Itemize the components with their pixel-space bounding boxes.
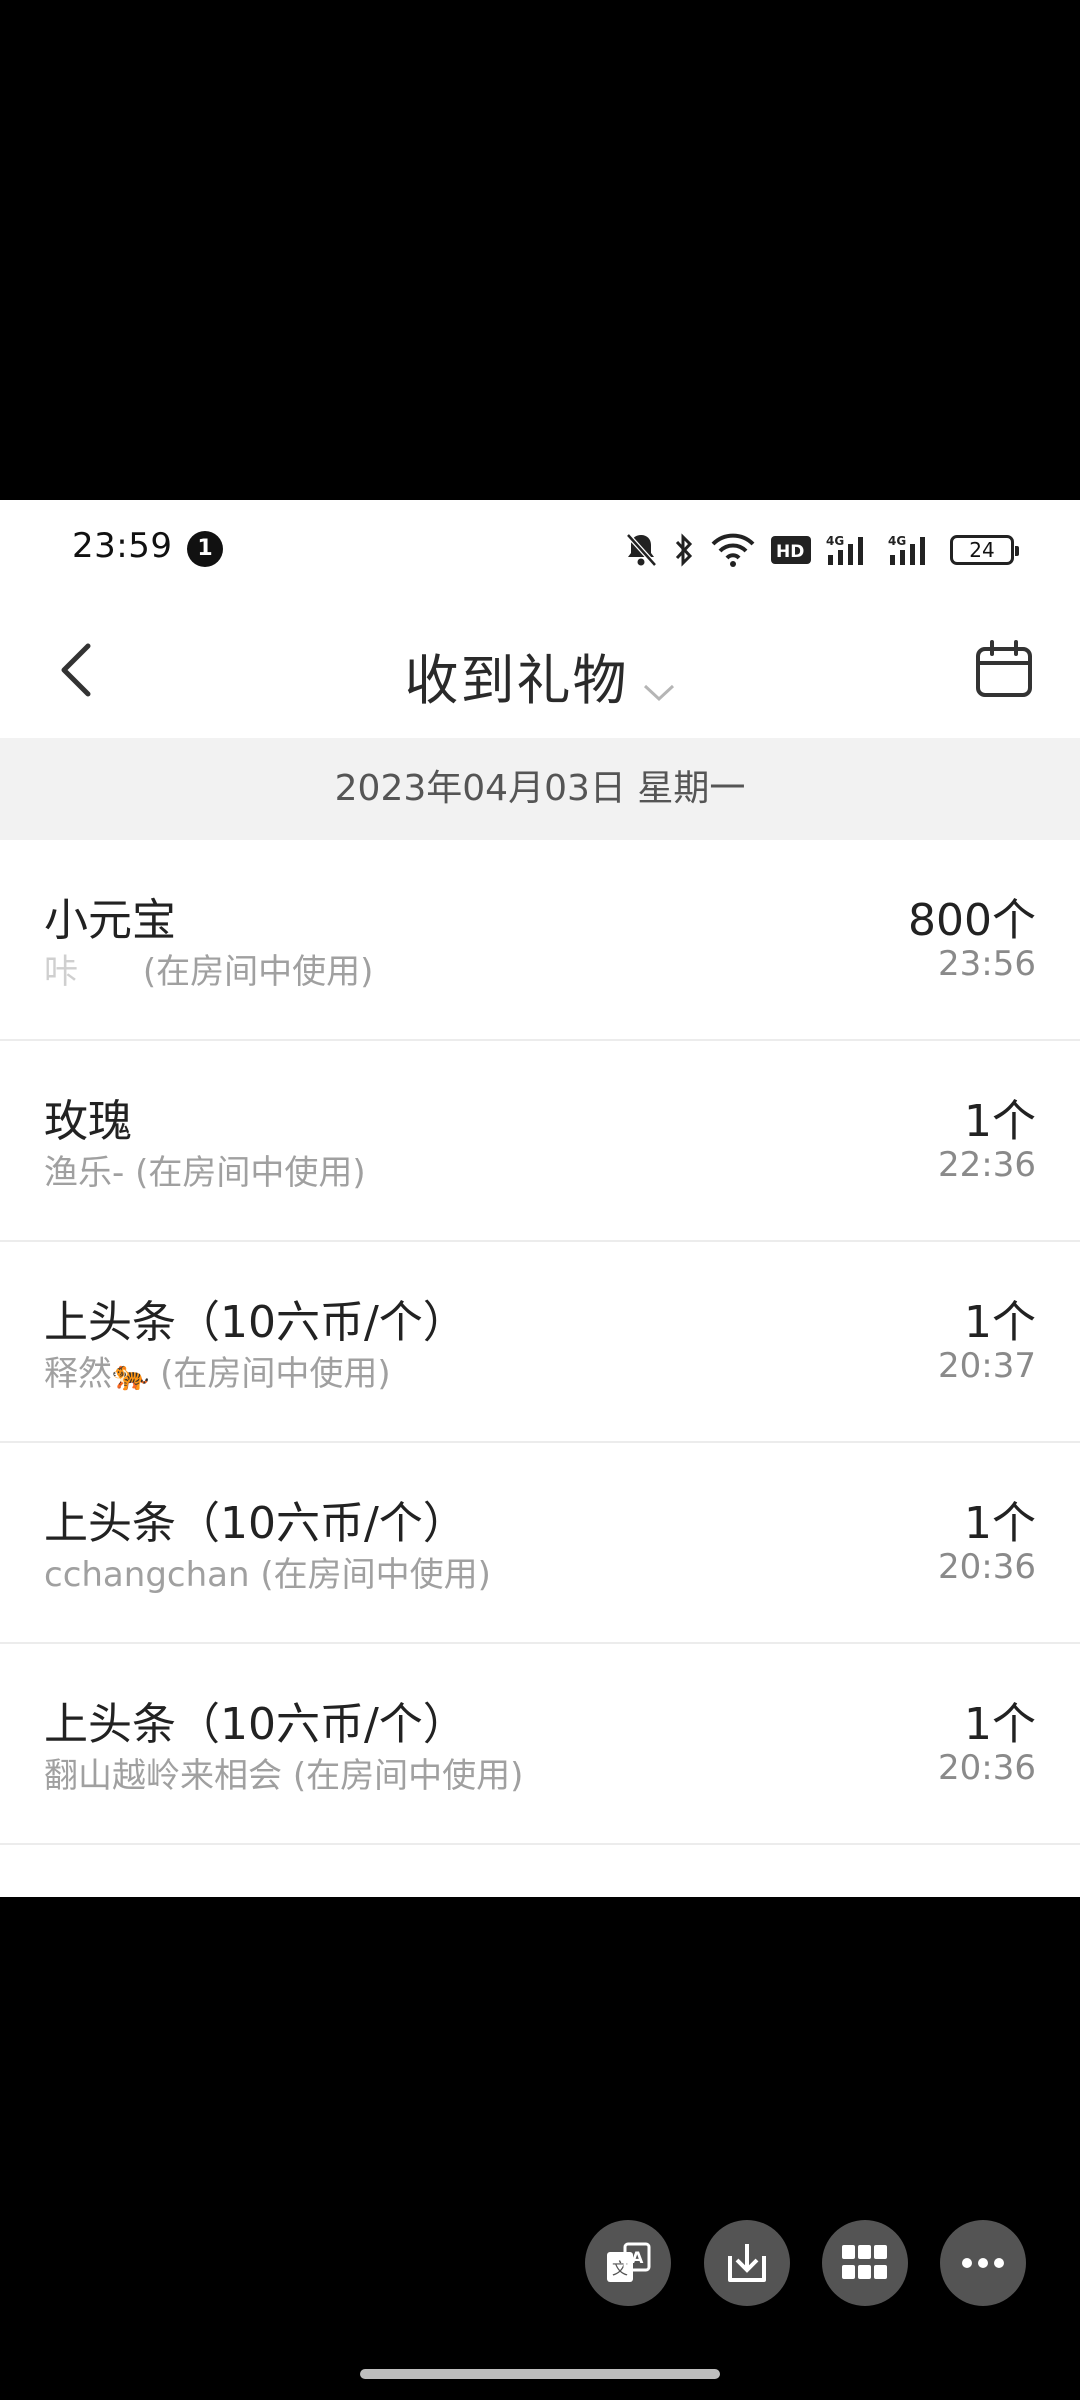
- gift-time: 23:56: [938, 944, 1036, 984]
- download-button[interactable]: [704, 2220, 790, 2306]
- download-icon: [728, 2244, 766, 2282]
- calendar-button[interactable]: [974, 640, 1034, 700]
- list-item[interactable]: 上头条（10六币/个） 翻山越岭来相会 (在房间中使用) 1个 20:36: [0, 1644, 1080, 1845]
- gift-list: 小元宝 咔 (在房间中使用) 800个 23:56 玫瑰 渔乐- (在房间中使用…: [0, 840, 1080, 1845]
- battery-icon: 24: [950, 535, 1019, 565]
- list-item[interactable]: 小元宝 咔 (在房间中使用) 800个 23:56: [0, 840, 1080, 1041]
- wifi-icon: [710, 532, 756, 568]
- gift-context: (在房间中使用): [135, 1153, 366, 1193]
- gift-sender-line: 翻山越岭来相会 (在房间中使用): [44, 1748, 523, 1797]
- gift-sender: 释然: [44, 1354, 112, 1394]
- grid-icon: [842, 2245, 887, 2279]
- notification-count-badge: 1: [187, 531, 223, 567]
- tiger-emoji: 🐅: [112, 1358, 150, 1393]
- gift-count: 1个: [964, 1096, 1036, 1147]
- home-indicator[interactable]: [360, 2369, 720, 2379]
- gift-time: 22:36: [938, 1145, 1036, 1185]
- svg-text:A: A: [631, 2248, 644, 2267]
- svg-text:4G: 4G: [888, 534, 906, 548]
- gift-name: 上头条（10六币/个）: [44, 1699, 467, 1750]
- gift-count: 800个: [908, 895, 1036, 946]
- mute-bell-icon: [624, 532, 658, 568]
- list-item[interactable]: 上头条（10六币/个） cchangchan (在房间中使用) 1个 20:36: [0, 1443, 1080, 1644]
- gift-sender: 咔: [44, 952, 89, 992]
- gift-count: 1个: [964, 1498, 1036, 1549]
- grid-button[interactable]: [822, 2220, 908, 2306]
- list-item[interactable]: 上头条（10六币/个） 释然🐅 (在房间中使用) 1个 20:37: [0, 1242, 1080, 1443]
- more-button[interactable]: [940, 2220, 1026, 2306]
- bluetooth-icon: [672, 532, 696, 568]
- title-dropdown[interactable]: 收到礼物: [0, 636, 1080, 715]
- gift-sender: 渔乐-: [44, 1153, 125, 1193]
- gift-count: 1个: [964, 1297, 1036, 1348]
- gift-sender-line: cchangchan (在房间中使用): [44, 1547, 491, 1596]
- status-icons: HD 4G 4G 24: [624, 530, 1019, 570]
- status-bar: 23:59 1 HD 4G 4G 24: [0, 500, 1080, 600]
- gift-name: 小元宝: [44, 895, 176, 946]
- gift-sender: 翻山越岭来相会: [44, 1756, 282, 1796]
- translate-button[interactable]: 文A: [585, 2220, 671, 2306]
- hd-icon: HD: [770, 535, 812, 565]
- list-item[interactable]: 玫瑰 渔乐- (在房间中使用) 1个 22:36: [0, 1041, 1080, 1242]
- gift-name: 玫瑰: [44, 1096, 132, 1147]
- top-black-area: [0, 0, 1080, 500]
- header-bar: 收到礼物: [0, 600, 1080, 738]
- gift-count: 1个: [964, 1699, 1036, 1750]
- gift-time: 20:36: [938, 1547, 1036, 1587]
- gift-name: 上头条（10六币/个）: [44, 1498, 467, 1549]
- page-title: 收到礼物: [404, 649, 629, 712]
- gift-sender-line: 渔乐- (在房间中使用): [44, 1145, 366, 1194]
- gift-context: (在房间中使用): [260, 1555, 491, 1595]
- gift-sender-line: 咔 (在房间中使用): [44, 944, 373, 993]
- translate-icon: 文A: [607, 2242, 651, 2282]
- gift-context: (在房间中使用): [160, 1354, 391, 1394]
- svg-text:4G: 4G: [826, 534, 844, 548]
- gift-time: 20:36: [938, 1748, 1036, 1788]
- signal-4g-icon-1: 4G: [826, 533, 874, 567]
- gift-context: (在房间中使用): [142, 952, 374, 992]
- app-screen: 23:59 1 HD 4G 4G 24 收到礼物 2023年04月03日 星期一…: [0, 500, 1080, 1897]
- chevron-down-icon: [642, 682, 676, 708]
- status-time: 23:59: [72, 526, 173, 566]
- date-header: 2023年04月03日 星期一: [0, 738, 1080, 840]
- gift-time: 20:37: [938, 1346, 1036, 1386]
- gift-sender-line: 释然🐅 (在房间中使用): [44, 1346, 391, 1395]
- gift-sender: cchangchan: [44, 1555, 250, 1595]
- gift-name: 上头条（10六币/个）: [44, 1297, 467, 1348]
- signal-4g-icon-2: 4G: [888, 533, 936, 567]
- svg-text:HD: HD: [776, 542, 804, 562]
- gift-context: (在房间中使用): [292, 1756, 524, 1796]
- calendar-icon: [976, 640, 1032, 697]
- more-icon: [962, 2258, 1004, 2268]
